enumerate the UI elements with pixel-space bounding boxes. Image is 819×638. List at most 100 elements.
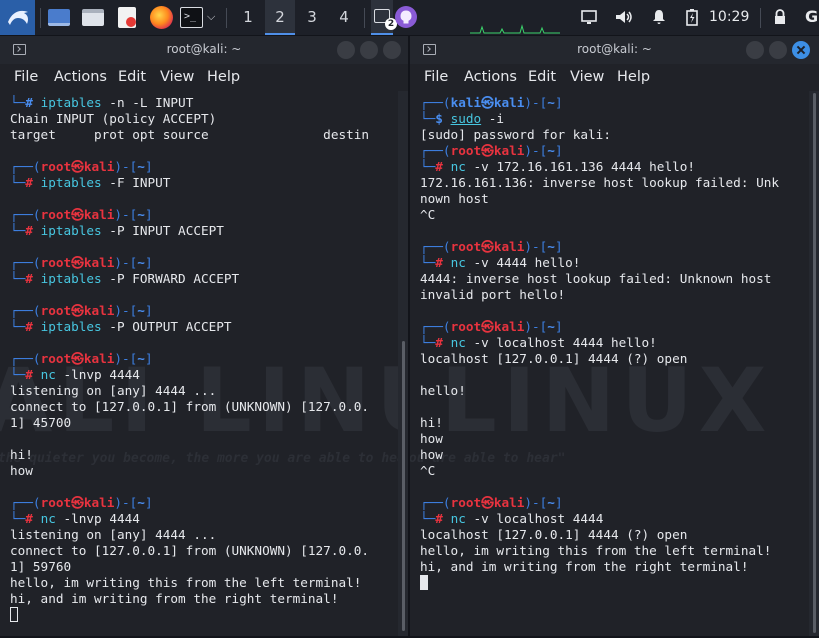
menu-actions[interactable]: Actions	[54, 69, 107, 85]
display-icon[interactable]	[580, 8, 598, 26]
output-line: connect to [127.0.0.1] from (UNKNOWN) [1…	[10, 399, 370, 414]
output-line: hello!	[420, 383, 466, 398]
workspace-1[interactable]: 1	[233, 0, 263, 35]
output-line: how	[420, 447, 443, 462]
clock[interactable]: 10:29	[709, 0, 749, 35]
output-line: hi, and im writing from the right termin…	[10, 591, 339, 606]
taskbar: >_ ⌵ 1 2 3 4 2 10:29 G	[0, 0, 819, 35]
command-line: └─# nc -v 172.16.161.136 4444 hello!	[420, 159, 695, 174]
output-line: ^C	[420, 463, 436, 478]
folder-icon[interactable]	[82, 9, 104, 26]
prompt-header: ┌──(root㉿kali)-[~]	[420, 319, 563, 334]
minimize-button[interactable]	[746, 41, 764, 59]
menu-edit[interactable]: Edit	[118, 69, 146, 85]
output-line: localhost [127.0.0.1] 4444 (?) open	[420, 527, 688, 542]
close-button[interactable]	[792, 41, 810, 59]
menu-edit[interactable]: Edit	[528, 69, 556, 85]
menu-view[interactable]: View	[160, 69, 194, 85]
output-line: nown host	[420, 191, 489, 206]
output-line: 172.16.161.136: inverse host lookup fail…	[420, 175, 780, 190]
chevron-down-icon[interactable]: ⌵	[207, 10, 215, 24]
firefox-icon[interactable]	[150, 6, 173, 29]
command-line: └─# nc -lnvp 4444	[10, 367, 140, 382]
scrollbar-thumb[interactable]	[402, 341, 405, 631]
command-line: └─# iptables -P OUTPUT ACCEPT	[10, 319, 232, 334]
output-line: target prot opt source destin	[10, 127, 370, 142]
close-button[interactable]	[383, 41, 401, 59]
left-menubar: File Actions Edit View Help	[0, 64, 408, 91]
left-terminal-window[interactable]: root@kali: ~ File Actions Edit View Help…	[0, 36, 408, 636]
command-line: └─# nc -v localhost 4444 hello!	[420, 335, 657, 350]
workspace-2[interactable]: 2	[265, 0, 295, 35]
output-line: how	[10, 463, 33, 478]
output-line: hi!	[420, 415, 443, 430]
output-line: connect to [127.0.0.1] from (UNKNOWN) [1…	[10, 543, 370, 558]
output-line: hi!	[10, 447, 33, 462]
prompt-header: ┌──(kali㉿kali)-[~]	[420, 95, 563, 110]
output-line: hello, im writing this from the left ter…	[420, 543, 772, 558]
menu-view[interactable]: View	[570, 69, 604, 85]
prompt-header: ┌──(root㉿kali)-[~]	[420, 239, 563, 254]
battery-icon[interactable]	[685, 8, 699, 26]
kali-watermark-tagline: "the quieter you become, the more you ar…	[0, 451, 408, 466]
prompt-header: ┌──(root㉿kali)-[~]	[420, 143, 563, 158]
left-window-titlebar[interactable]: root@kali: ~	[0, 36, 408, 64]
github-icon[interactable]	[395, 6, 417, 28]
network-activity-graph	[470, 24, 560, 34]
right-terminal-output[interactable]: KALI LINUX "the quieter you become, the …	[410, 91, 819, 636]
right-terminal-window[interactable]: root@kali: ~ File Actions Edit View Help…	[410, 36, 819, 636]
workspace-3[interactable]: 3	[297, 0, 327, 35]
command-line: └─# nc -lnvp 4444	[10, 511, 140, 526]
output-line: listening on [any] 4444 ...	[10, 527, 217, 542]
right-menubar: File Actions Edit View Help	[410, 64, 819, 91]
terminal-icon[interactable]: >_	[180, 7, 203, 28]
output-line: 4444: inverse host lookup failed: Unknow…	[420, 271, 772, 286]
left-scrollbar[interactable]	[398, 91, 408, 636]
terminal-cursor	[10, 607, 18, 622]
output-line: listening on [any] 4444 ...	[10, 383, 217, 398]
desktop-icon[interactable]	[48, 9, 70, 26]
kali-menu-icon[interactable]	[0, 0, 35, 35]
maximize-button[interactable]	[769, 41, 787, 59]
terminal-task-icon[interactable]: 2	[371, 0, 397, 35]
terminal-cursor-line[interactable]	[10, 607, 18, 623]
menu-actions[interactable]: Actions	[464, 69, 517, 85]
prompt-header: ┌──(root㉿kali)-[~]	[10, 351, 153, 366]
output-line: 1] 59760	[10, 559, 72, 574]
taskbar-separator	[760, 8, 761, 28]
prompt-header: ┌──(root㉿kali)-[~]	[10, 159, 153, 174]
lock-icon[interactable]	[773, 8, 787, 26]
taskbar-separator	[40, 8, 41, 28]
output-line: localhost [127.0.0.1] 4444 (?) open	[420, 351, 688, 366]
taskbar-separator	[364, 8, 365, 28]
right-scrollbar[interactable]	[809, 91, 819, 636]
output-line: 1] 45700	[10, 415, 72, 430]
command-line: └─# iptables -n -L INPUT	[10, 95, 194, 110]
notifications-icon[interactable]	[650, 8, 668, 26]
volume-icon[interactable]	[614, 8, 634, 26]
minimize-button[interactable]	[337, 41, 355, 59]
text-editor-icon[interactable]	[118, 7, 136, 28]
menu-help[interactable]: Help	[207, 69, 240, 85]
output-line: ^C	[420, 207, 436, 222]
scrollbar-thumb[interactable]	[813, 93, 816, 633]
command-line: └─# nc -v 4444 hello!	[420, 255, 581, 270]
terminal-cursor	[420, 575, 428, 590]
menu-help[interactable]: Help	[617, 69, 650, 85]
prompt-header: ┌──(root㉿kali)-[~]	[420, 495, 563, 510]
menu-file[interactable]: File	[424, 69, 448, 85]
output-line: invalid port hello!	[420, 287, 566, 302]
output-line: [sudo] password for kali:	[420, 127, 611, 142]
workspace-4[interactable]: 4	[329, 0, 359, 35]
menu-file[interactable]: File	[14, 69, 38, 85]
command-line: └─# iptables -P FORWARD ACCEPT	[10, 271, 240, 286]
left-terminal-output[interactable]: KALI LINUX "the quieter you become, the …	[0, 91, 408, 636]
command-line: └─# iptables -F INPUT	[10, 175, 171, 190]
output-line: hello, im writing this from the left ter…	[10, 575, 362, 590]
command-line: └─$ sudo -i	[420, 111, 505, 126]
output-line: Chain INPUT (policy ACCEPT)	[10, 111, 217, 126]
terminal-cursor-line[interactable]	[420, 575, 428, 591]
right-window-titlebar[interactable]: root@kali: ~	[410, 36, 819, 64]
maximize-button[interactable]	[360, 41, 378, 59]
google-icon[interactable]: G	[805, 7, 818, 26]
